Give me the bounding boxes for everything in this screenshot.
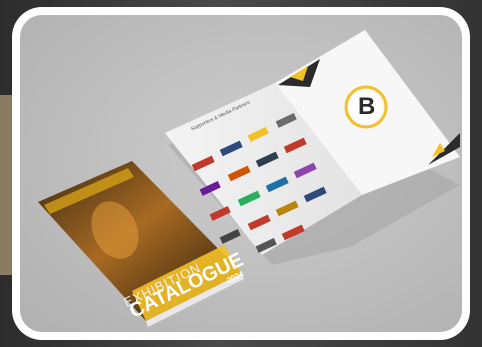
mockup-illustration <box>38 30 460 327</box>
mockup-scene: Supporters & Media Partners B EXHIBITION… <box>20 15 462 332</box>
brand-logo-letter: B <box>358 93 376 120</box>
image-frame: Supporters & Media Partners B EXHIBITION… <box>12 7 470 340</box>
